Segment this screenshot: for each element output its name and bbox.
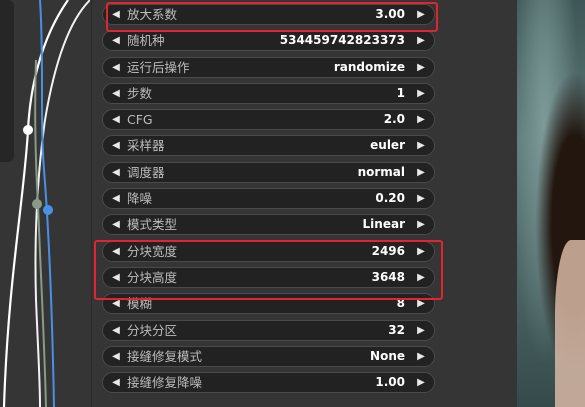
decrement-arrow-icon[interactable]: ◀ xyxy=(108,31,124,50)
widget-row[interactable]: ◀ 采样器 euler ▶ xyxy=(102,135,435,157)
decrement-arrow-icon[interactable]: ◀ xyxy=(108,215,124,234)
increment-arrow-icon[interactable]: ▶ xyxy=(413,31,429,50)
widget-row[interactable]: ◀ 随机种 534459742823373 ▶ xyxy=(102,30,435,52)
decrement-arrow-icon[interactable]: ◀ xyxy=(108,373,124,392)
decrement-arrow-icon[interactable]: ◀ xyxy=(108,58,124,77)
widget-value[interactable]: 8 xyxy=(397,294,405,313)
widget-label: 随机种 xyxy=(127,33,165,49)
increment-arrow-icon[interactable]: ▶ xyxy=(413,58,429,77)
widget-value[interactable]: 2.0 xyxy=(384,110,405,129)
widget-row[interactable]: ◀ 运行后操作 randomize ▶ xyxy=(102,56,435,78)
widget-label: CFG xyxy=(127,112,153,128)
decrement-arrow-icon[interactable]: ◀ xyxy=(108,5,124,24)
widget-row[interactable]: ◀ 接缝修复模式 None ▶ xyxy=(102,345,435,367)
widget-list: ◀ 放大系数 3.00 ▶ ◀ 随机种 534459742823373 ▶ ◀ 运行后操作 rand… xyxy=(102,4,435,398)
widget-label: 采样器 xyxy=(127,138,165,154)
decrement-arrow-icon[interactable]: ◀ xyxy=(108,110,124,129)
decrement-arrow-icon[interactable]: ◀ xyxy=(108,242,124,261)
widget-label: 模式类型 xyxy=(127,217,178,233)
increment-arrow-icon[interactable]: ▶ xyxy=(413,321,429,340)
increment-arrow-icon[interactable]: ▶ xyxy=(413,373,429,392)
widget-label: 调度器 xyxy=(127,164,165,180)
widget-row[interactable]: ◀ 模式类型 Linear ▶ xyxy=(102,214,435,236)
widget-value[interactable]: None xyxy=(370,347,405,366)
node-graph-canvas[interactable]: ◀ 放大系数 3.00 ▶ ◀ 随机种 534459742823373 ▶ ◀ 运行后操作 rand… xyxy=(0,0,585,407)
widget-label: 步数 xyxy=(127,85,153,101)
increment-arrow-icon[interactable]: ▶ xyxy=(413,189,429,208)
widget-value[interactable]: randomize xyxy=(334,58,405,77)
increment-arrow-icon[interactable]: ▶ xyxy=(413,215,429,234)
widget-value[interactable]: normal xyxy=(358,163,405,182)
widget-value[interactable]: 0.20 xyxy=(375,189,405,208)
increment-arrow-icon[interactable]: ▶ xyxy=(413,347,429,366)
widget-row[interactable]: ◀ CFG 2.0 ▶ xyxy=(102,109,435,131)
widget-row[interactable]: ◀ 分块分区 32 ▶ xyxy=(102,319,435,341)
widget-value[interactable]: 1.00 xyxy=(375,373,405,392)
increment-arrow-icon[interactable]: ▶ xyxy=(413,5,429,24)
decrement-arrow-icon[interactable]: ◀ xyxy=(108,163,124,182)
widget-label: 运行后操作 xyxy=(127,59,190,75)
widget-row[interactable]: ◀ 模糊 8 ▶ xyxy=(102,293,435,315)
preview-image xyxy=(517,0,585,407)
increment-arrow-icon[interactable]: ▶ xyxy=(413,268,429,287)
widget-label: 模糊 xyxy=(127,296,153,312)
widget-row[interactable]: ◀ 步数 1 ▶ xyxy=(102,82,435,104)
widget-value[interactable]: 2496 xyxy=(372,242,405,261)
widget-value[interactable]: 1 xyxy=(397,84,405,103)
increment-arrow-icon[interactable]: ▶ xyxy=(413,294,429,313)
widget-row[interactable]: ◀ 调度器 normal ▶ xyxy=(102,161,435,183)
decrement-arrow-icon[interactable]: ◀ xyxy=(108,268,124,287)
canvas-gap xyxy=(444,0,517,407)
widget-label: 放大系数 xyxy=(127,7,178,22)
wire-node-blue xyxy=(43,205,53,215)
widget-value[interactable]: 32 xyxy=(388,321,405,340)
decrement-arrow-icon[interactable]: ◀ xyxy=(108,347,124,366)
widget-label: 降噪 xyxy=(127,191,153,207)
widget-label: 分块分区 xyxy=(127,322,178,338)
decrement-arrow-icon[interactable]: ◀ xyxy=(108,136,124,155)
widget-label: 接缝修复降噪 xyxy=(127,375,203,391)
increment-arrow-icon[interactable]: ▶ xyxy=(413,110,429,129)
increment-arrow-icon[interactable]: ▶ xyxy=(413,84,429,103)
widget-label: 分块宽度 xyxy=(127,243,178,259)
widget-row[interactable]: ◀ 分块高度 3648 ▶ xyxy=(102,266,435,288)
widget-row[interactable]: ◀ 接缝修复降噪 1.00 ▶ xyxy=(102,372,435,394)
widget-row[interactable]: ◀ 分块宽度 2496 ▶ xyxy=(102,240,435,262)
connection-wires xyxy=(2,0,90,407)
increment-arrow-icon[interactable]: ▶ xyxy=(413,163,429,182)
widget-value[interactable]: 3.00 xyxy=(375,5,405,24)
widget-value[interactable]: Linear xyxy=(363,215,405,234)
widget-label: 分块高度 xyxy=(127,269,178,285)
widget-row[interactable]: ◀ 放大系数 3.00 ▶ xyxy=(102,4,435,25)
decrement-arrow-icon[interactable]: ◀ xyxy=(108,84,124,103)
widget-value[interactable]: euler xyxy=(370,136,405,155)
decrement-arrow-icon[interactable]: ◀ xyxy=(108,294,124,313)
wire-node-white xyxy=(23,125,33,135)
decrement-arrow-icon[interactable]: ◀ xyxy=(108,321,124,340)
increment-arrow-icon[interactable]: ▶ xyxy=(413,136,429,155)
decrement-arrow-icon[interactable]: ◀ xyxy=(108,189,124,208)
widget-value[interactable]: 3648 xyxy=(372,268,405,287)
upscale-node[interactable]: ◀ 放大系数 3.00 ▶ ◀ 随机种 534459742823373 ▶ ◀ 运行后操作 rand… xyxy=(91,0,445,407)
widget-value[interactable]: 534459742823373 xyxy=(280,31,405,50)
widget-row[interactable]: ◀ 降噪 0.20 ▶ xyxy=(102,188,435,210)
widget-label: 接缝修复模式 xyxy=(127,348,203,364)
increment-arrow-icon[interactable]: ▶ xyxy=(413,242,429,261)
wire-node-gray xyxy=(32,199,42,209)
